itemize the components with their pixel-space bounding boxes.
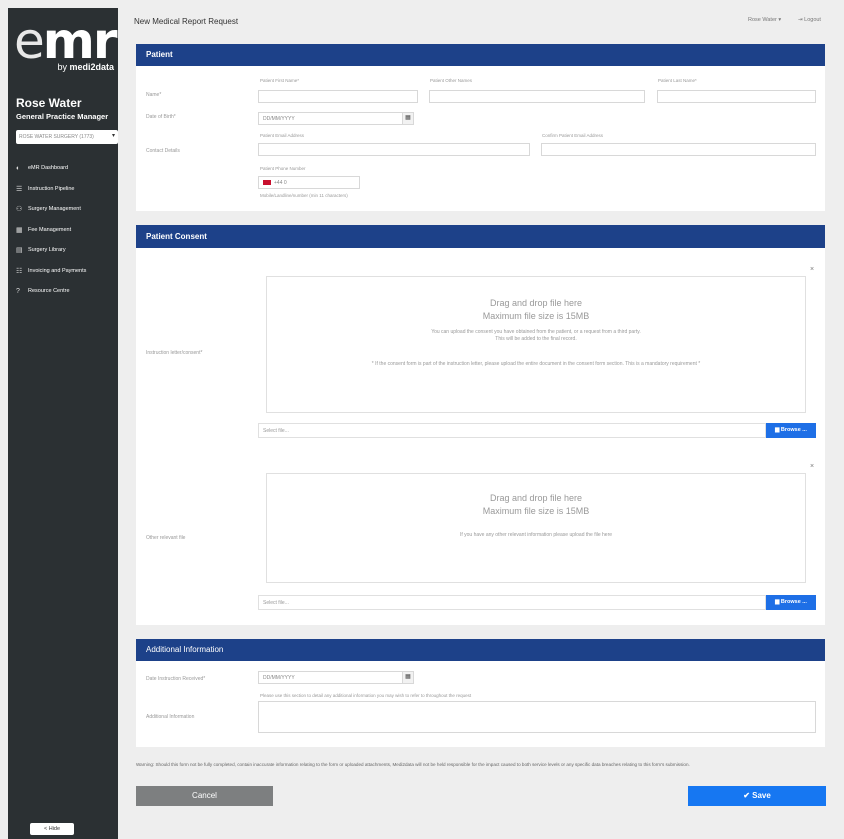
phone-value: +44 0 [274,180,287,186]
date-received-placeholder: DD/MM/YYYY [263,675,295,681]
consent-dropzone[interactable]: Drag and drop file here Maximum file siz… [266,276,806,413]
save-button[interactable]: ✔ Save [688,786,826,806]
dob-input[interactable]: DD/MM/YYYY [258,112,403,125]
practice-name: Rose Water [16,96,82,110]
patient-panel: Patient First Name* Patient Other Names … [136,66,825,211]
sidebar-item-label: Fee Management [28,226,72,233]
page-title: New Medical Report Request [134,17,239,26]
cancel-button[interactable]: Cancel [136,786,273,806]
section-header-additional: Additional Information [136,639,825,661]
confirm-email-input[interactable] [541,143,816,156]
surgery-select[interactable]: ROSE WATER SURGERY (1773) ▾ [16,130,118,144]
email-label: Patient Email Address [260,133,305,138]
last-name-label: Patient Last Name* [658,78,697,83]
dob-placeholder: DD/MM/YYYY [263,116,295,122]
phone-hint: Mobile/Landline/number (min 11 character… [260,193,348,198]
sidebar-nav: ◐ eMR Dashboard ☰ Instruction Pipeline ⚇ Su… [16,158,116,302]
other-file-dropzone[interactable]: Drag and drop file here Maximum file siz… [266,473,806,583]
users-icon: ⚇ [16,206,23,214]
date-received-input[interactable]: DD/MM/YYYY [258,671,403,684]
logo-sub-brand: medi2data [69,62,114,72]
additional-panel: Date Instruction Received* DD/MM/YYYY ▦ … [136,661,825,747]
warning-text: Warning: Should this form not be fully c… [136,762,690,767]
date-received-label: Date Instruction Received* [146,676,206,682]
dropzone-title: Drag and drop file here [489,493,583,503]
logout-link[interactable]: ⇥ Logout [798,17,821,23]
dropzone-max-size: Maximum file size is 15MB [482,311,590,321]
help-icon: ? [16,287,20,295]
other-file-label: Other relevant file [146,535,186,541]
table-icon: ▦ [16,226,23,234]
other-names-input[interactable] [429,90,645,103]
sidebar-item-dashboard[interactable]: ◐ eMR Dashboard [16,158,116,179]
sidebar-item-invoicing[interactable]: ☷ Invoicing and Payments [16,261,116,282]
sidebar-item-resource-centre[interactable]: ? Resource Centre [16,281,116,302]
sidebar-item-fee-management[interactable]: ▦ Fee Management [16,220,116,241]
other-file-input[interactable]: Select file... [258,595,766,610]
additional-info-textarea[interactable] [258,701,816,733]
close-icon[interactable]: × [810,463,814,470]
dropzone-note: If you have any other relevant informati… [459,532,613,538]
contact-label: Contact Details [146,148,180,154]
other-names-label: Patient Other Names [430,78,473,83]
sidebar-item-label: Surgery Library [28,247,66,254]
list-icon: ☰ [16,185,23,193]
sidebar-item-label: Resource Centre [28,288,70,295]
sidebar-item-label: Instruction Pipeline [28,185,75,192]
sidebar-item-surgery-library[interactable]: ▤ Surgery Library [16,240,116,261]
name-label: Name* [146,92,162,98]
sidebar-item-instruction-pipeline[interactable]: ☰ Instruction Pipeline [16,179,116,200]
consent-panel: × Instruction letter/consent* Drag and d… [136,248,825,625]
instruction-consent-label: Instruction letter/consent* [146,350,203,356]
calendar-icon[interactable]: ▦ [402,112,414,125]
practice-role: General Practice Manager [16,112,109,121]
logo-sub: by medi2data [57,62,114,72]
sidebar: emr by medi2data Rose Water General Prac… [8,8,118,839]
book-icon: ▤ [16,247,23,255]
user-menu[interactable]: Rose Water ▾ [748,17,781,23]
sidebar-item-label: Surgery Management [28,206,81,213]
chevron-down-icon: ▾ [111,133,115,139]
logo-sub-prefix: by [57,62,70,72]
dob-label: Date of Birth* [146,114,176,120]
close-icon[interactable]: × [810,266,814,273]
phone-input[interactable]: +44 0 [258,176,360,189]
sidebar-item-label: eMR Dashboard [28,165,69,172]
last-name-input[interactable] [657,90,816,103]
uk-flag-icon [263,180,271,186]
logo-e: e [14,12,45,70]
dropzone-note: You can upload the consent you have obta… [431,329,641,335]
additional-info-label: Additional Information [146,714,195,720]
additional-info-hint: Please use this section to detail any ad… [260,693,472,698]
sidebar-item-surgery-management[interactable]: ⚇ Surgery Management [16,199,116,220]
first-name-input[interactable] [258,90,418,103]
sidebar-item-label: Invoicing and Payments [28,267,87,274]
surgery-select-value: ROSE WATER SURGERY (1773) [19,134,94,140]
hide-sidebar-button[interactable]: < Hide [30,823,74,835]
dropzone-max-size: Maximum file size is 15MB [482,506,590,516]
section-header-consent: Patient Consent [136,225,825,248]
first-name-label: Patient First Name* [260,78,300,83]
phone-label: Patient Phone Number [260,166,306,171]
section-header-patient: Patient [136,44,825,66]
emr-logo: emr by medi2data [12,14,118,80]
browse-button[interactable]: ▆ Browse ... [766,423,816,438]
calendar-icon[interactable]: ▦ [402,671,414,684]
dropzone-title: Drag and drop file here [489,298,583,308]
confirm-email-label: Confirm Patient Email Address [542,133,604,138]
invoice-icon: ☷ [16,267,23,275]
dropzone-note: This will be added to the final record. [495,336,577,342]
consent-file-input[interactable]: Select file... [258,423,766,438]
dropzone-mandatory-note: * If the consent form is part of the ins… [371,361,701,367]
email-input[interactable] [258,143,530,156]
browse-button[interactable]: ▆ Browse ... [766,595,816,610]
dashboard-icon: ◐ [16,164,21,172]
